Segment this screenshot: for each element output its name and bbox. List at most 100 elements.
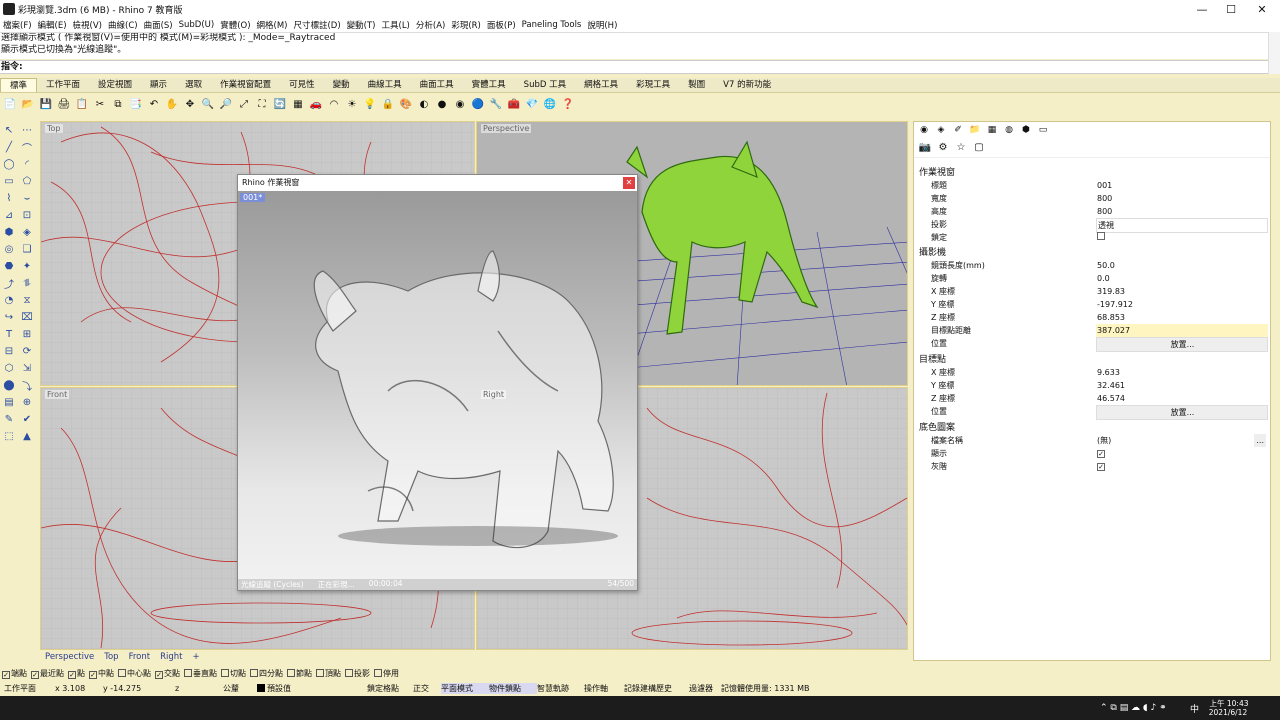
left-tool-icon[interactable]: ▭ <box>0 173 18 190</box>
status-history[interactable]: 記錄建構歷史 <box>624 683 689 694</box>
left-tool-icon[interactable]: ▤ <box>0 394 18 411</box>
toolbar-tool-icon[interactable]: ▦ <box>290 96 306 112</box>
toolbar-tool-icon[interactable]: 🔒 <box>380 96 396 112</box>
toolbar-tab[interactable]: SubD 工具 <box>515 78 575 92</box>
toolbar-tool-icon[interactable]: ❓ <box>560 96 576 112</box>
toolbar-tab[interactable]: 網格工具 <box>575 78 627 92</box>
environment-tab-icon[interactable]: ◍ <box>1003 124 1015 136</box>
toolbar-tool-icon[interactable]: 🔎 <box>218 96 234 112</box>
left-tool-icon[interactable]: ⊕ <box>18 394 36 411</box>
osnap-checkbox[interactable] <box>374 669 382 677</box>
close-button[interactable]: ✕ <box>1247 0 1277 18</box>
menu-item[interactable]: 工具(L) <box>379 19 413 31</box>
toolbar-tool-icon[interactable]: 📋 <box>74 96 90 112</box>
osnap-option[interactable]: 中心點 <box>118 668 151 680</box>
osnap-checkbox[interactable] <box>221 669 229 677</box>
command-prompt[interactable]: 指令: <box>0 60 1268 74</box>
properties-tab-icon[interactable]: ◉ <box>918 124 930 136</box>
osnap-checkbox[interactable]: ✓ <box>2 671 10 679</box>
status-filter[interactable]: 過濾器 <box>689 683 721 694</box>
toolbar-tool-icon[interactable]: ☀ <box>344 96 360 112</box>
menu-item[interactable]: 曲線(C) <box>105 19 141 31</box>
osnap-checkbox[interactable] <box>118 669 126 677</box>
viewport-tab[interactable]: + <box>187 652 204 665</box>
osnap-option[interactable]: ✓ 交點 <box>155 668 180 680</box>
menu-item[interactable]: 變動(T) <box>344 19 379 31</box>
link-icon[interactable]: ⚙ <box>936 140 950 154</box>
left-tool-icon[interactable]: ◎ <box>0 241 18 258</box>
display-tab-icon[interactable]: ✐ <box>952 124 964 136</box>
menu-item[interactable]: 檔案(F) <box>0 19 35 31</box>
osnap-option[interactable]: 頂點 <box>316 668 341 680</box>
osnap-option[interactable]: ✓ 最近點 <box>31 668 64 680</box>
left-tool-icon[interactable]: ⬣ <box>0 258 18 275</box>
toolbar-tool-icon[interactable]: ⧉ <box>110 96 126 112</box>
menu-item[interactable]: Paneling Tools <box>519 20 585 30</box>
cam-x-field[interactable]: 319.83 <box>1096 285 1268 298</box>
status-cplane[interactable]: 工作平面 <box>0 683 55 694</box>
left-tool-icon[interactable]: ⌣ <box>18 190 36 207</box>
viewport-title[interactable]: Top <box>45 124 63 133</box>
left-tool-icon[interactable]: ⇲ <box>18 360 36 377</box>
osnap-option[interactable]: 四分點 <box>250 668 283 680</box>
status-grid-snap[interactable]: 鎖定格點 <box>367 683 413 694</box>
tray-icons[interactable]: ⌃ ⧉ ▤ ☁ ◖ ♪ ⚭ <box>1100 703 1167 713</box>
toolbar-tool-icon[interactable]: ↶ <box>146 96 162 112</box>
star-icon[interactable]: ☆ <box>954 140 968 154</box>
menu-item[interactable]: 編輯(E) <box>35 19 70 31</box>
toolbar-tab[interactable]: 變動 <box>324 78 359 92</box>
width-field[interactable]: 800 <box>1096 192 1268 205</box>
status-layer[interactable]: 預設值 <box>257 683 367 694</box>
menu-item[interactable]: 檢視(V) <box>70 19 105 31</box>
menu-item[interactable]: SubD(U) <box>176 20 218 30</box>
toolbar-tab[interactable]: 可見性 <box>280 78 324 92</box>
osnap-option[interactable]: 停用 <box>374 668 399 680</box>
toolbar-tool-icon[interactable]: 🔵 <box>470 96 486 112</box>
left-tool-icon[interactable]: ⌒ <box>18 139 36 156</box>
left-tool-icon[interactable]: T <box>0 326 18 343</box>
status-osnap[interactable]: 物件鎖點 <box>489 683 537 694</box>
toolbar-tab[interactable]: 標準 <box>0 78 38 92</box>
osnap-option[interactable]: ✓ 點 <box>68 668 85 680</box>
left-tool-icon[interactable]: ▲ <box>18 428 36 445</box>
toolbar-tool-icon[interactable]: ✥ <box>182 96 198 112</box>
toolbar-tool-icon[interactable]: ◉ <box>452 96 468 112</box>
toolbar-tab[interactable]: 彩現工具 <box>627 78 679 92</box>
left-tool-icon[interactable]: ⬚ <box>0 428 18 445</box>
toolbar-tool-icon[interactable]: ◐ <box>416 96 432 112</box>
osnap-checkbox[interactable] <box>250 669 258 677</box>
left-tool-icon[interactable]: ↖ <box>0 122 18 139</box>
toolbar-tool-icon[interactable]: 🔄 <box>272 96 288 112</box>
render-close-button[interactable]: ✕ <box>623 177 635 189</box>
cam-z-field[interactable]: 68.853 <box>1096 311 1268 324</box>
toolbar-tool-icon[interactable]: 🌐 <box>542 96 558 112</box>
osnap-checkbox[interactable] <box>345 669 353 677</box>
osnap-checkbox[interactable] <box>287 669 295 677</box>
left-tool-icon[interactable]: ⌇ <box>0 190 18 207</box>
toolbar-tool-icon[interactable]: 🔧 <box>488 96 504 112</box>
menu-item[interactable]: 說明(H) <box>584 19 620 31</box>
left-tool-icon[interactable]: ⋯ <box>18 122 36 139</box>
osnap-option[interactable]: 投影 <box>345 668 370 680</box>
toolbar-tab[interactable]: 曲線工具 <box>359 78 411 92</box>
viewport-title[interactable]: Perspective <box>481 124 532 133</box>
left-tool-icon[interactable]: ⤵ <box>18 377 36 394</box>
command-scrollbar[interactable] <box>1268 32 1280 74</box>
left-tool-icon[interactable]: ✎ <box>0 411 18 428</box>
osnap-checkbox[interactable] <box>316 669 324 677</box>
menu-item[interactable]: 實體(O) <box>217 19 253 31</box>
osnap-checkbox[interactable]: ✓ <box>89 671 97 679</box>
menu-item[interactable]: 曲面(S) <box>141 19 176 31</box>
render-tab-icon[interactable]: ⬢ <box>1020 124 1032 136</box>
status-planar[interactable]: 平面模式 <box>441 683 489 694</box>
menu-item[interactable]: 彩現(R) <box>448 19 484 31</box>
viewport-title[interactable]: Front <box>45 390 70 399</box>
status-smarttrack[interactable]: 智慧軌跡 <box>537 683 584 694</box>
left-tool-icon[interactable]: ⟳ <box>18 343 36 360</box>
cam-y-field[interactable]: -197.912 <box>1096 298 1268 311</box>
browse-button[interactable]: ... <box>1254 434 1266 447</box>
left-tool-icon[interactable]: ◔ <box>0 292 18 309</box>
toolbar-tab[interactable]: V7 的新功能 <box>714 78 780 92</box>
minimize-button[interactable]: — <box>1187 0 1217 18</box>
toolbar-tab[interactable]: 設定視圖 <box>89 78 141 92</box>
